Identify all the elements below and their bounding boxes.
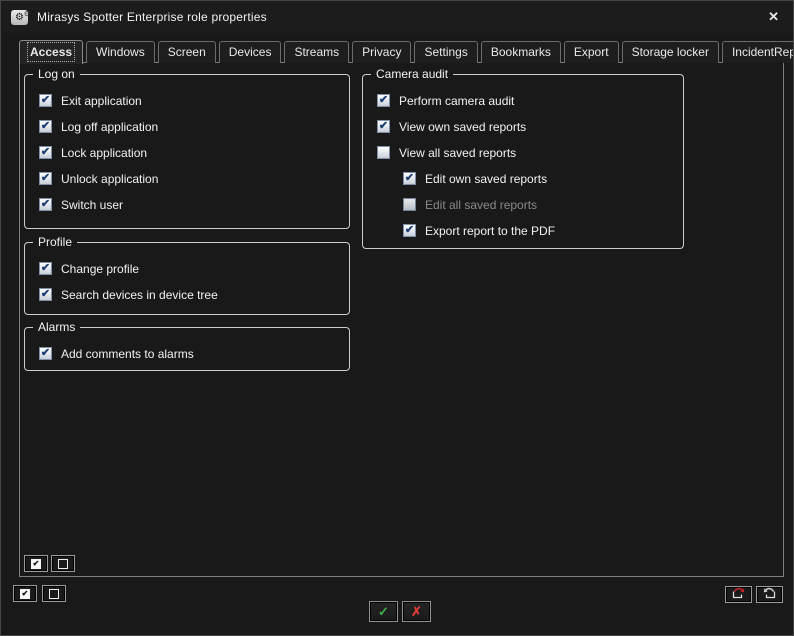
ok-button[interactable]: ✓ <box>369 601 398 622</box>
tab-label: Storage locker <box>632 45 709 59</box>
cancel-button[interactable]: ✗ <box>402 601 431 622</box>
checkbox[interactable] <box>39 94 52 107</box>
group-title: Alarms <box>33 320 80 334</box>
group-alarms: Alarms Add comments to alarms <box>24 327 350 371</box>
check-icon: ✓ <box>378 604 389 620</box>
group-camera-audit: Camera audit Perform camera audit View o… <box>362 74 684 249</box>
empty-box-icon <box>49 589 59 599</box>
checkbox[interactable] <box>39 146 52 159</box>
role-properties-dialog: ⚙⚙ Mirasys Spotter Enterprise role prope… <box>0 0 794 636</box>
checkbox[interactable] <box>403 224 416 237</box>
checkbox[interactable] <box>403 172 416 185</box>
tab-label: Access <box>30 45 72 59</box>
tab-screen[interactable]: Screen <box>158 41 216 63</box>
checkbox[interactable] <box>39 262 52 275</box>
checkbox-label: Log off application <box>61 120 158 134</box>
checkbox-label: Change profile <box>61 262 139 276</box>
checkbox[interactable] <box>39 198 52 211</box>
group-profile: Profile Change profile Search devices in… <box>24 242 350 315</box>
undo-changes-button[interactable] <box>756 586 783 603</box>
tab-strip: Access Windows Screen Devices Streams Pr… <box>19 41 794 63</box>
tab-label: Windows <box>96 45 145 59</box>
redo-changes-button[interactable] <box>725 586 752 603</box>
group-body: Change profile Search devices in device … <box>25 243 349 302</box>
tab-label: Streams <box>294 45 339 59</box>
checkbox-label: Search devices in device tree <box>61 288 218 302</box>
checkbox[interactable] <box>377 146 390 159</box>
checkbox-item-export-report-to-pdf[interactable]: Export report to the PDF <box>403 223 683 238</box>
checked-box-icon <box>31 559 41 569</box>
deselect-all-button[interactable] <box>42 585 66 602</box>
checkbox-item-edit-all-saved-reports[interactable]: Edit all saved reports <box>403 197 683 212</box>
checkbox[interactable] <box>39 120 52 133</box>
group-title: Log on <box>33 67 80 81</box>
app-gear-icon: ⚙⚙ <box>11 10 28 25</box>
checkbox-label: Switch user <box>61 198 123 212</box>
tab-devices[interactable]: Devices <box>219 41 282 63</box>
tab-label: Devices <box>229 45 272 59</box>
checkbox-item-change-profile[interactable]: Change profile <box>39 261 349 276</box>
tab-label: Privacy <box>362 45 401 59</box>
checkbox-label: View own saved reports <box>399 120 526 134</box>
group-title: Camera audit <box>371 67 453 81</box>
cross-icon: ✗ <box>411 604 422 620</box>
tab-label: IncidentReport <box>732 45 794 59</box>
tab-storage-locker[interactable]: Storage locker <box>622 41 719 63</box>
title-bar: ⚙⚙ Mirasys Spotter Enterprise role prope… <box>1 1 793 33</box>
group-body: Perform camera audit View own saved repo… <box>363 75 683 238</box>
checkbox-label: Add comments to alarms <box>61 347 194 361</box>
checkbox[interactable] <box>39 347 52 360</box>
tab-label: Bookmarks <box>491 45 551 59</box>
select-all-panel-button[interactable] <box>24 555 48 572</box>
close-icon[interactable]: ✕ <box>768 10 779 23</box>
tab-windows[interactable]: Windows <box>86 41 155 63</box>
checkbox-item-switch-user[interactable]: Switch user <box>39 197 349 212</box>
undo-arrow-icon <box>761 587 778 603</box>
deselect-all-panel-button[interactable] <box>51 555 75 572</box>
mini-gear-icon: ⚙ <box>24 7 30 22</box>
group-log-on: Log on Exit application Log off applicat… <box>24 74 350 229</box>
empty-box-icon <box>58 559 68 569</box>
tab-label: Screen <box>168 45 206 59</box>
checkbox[interactable] <box>377 120 390 133</box>
checkbox-item-exit-application[interactable]: Exit application <box>39 93 349 108</box>
checkbox-item-lock-application[interactable]: Lock application <box>39 145 349 160</box>
checkbox-label: Edit own saved reports <box>425 172 547 186</box>
select-all-button[interactable] <box>13 585 37 602</box>
checkbox[interactable] <box>403 198 416 211</box>
tab-label: Settings <box>424 45 467 59</box>
checkbox-label: Edit all saved reports <box>425 198 537 212</box>
tab-streams[interactable]: Streams <box>284 41 349 63</box>
checkbox-label: Export report to the PDF <box>425 224 555 238</box>
tab-privacy[interactable]: Privacy <box>352 41 411 63</box>
group-body: Exit application Log off application Loc… <box>25 75 349 212</box>
checkbox-label: Unlock application <box>61 172 158 186</box>
tab-access[interactable]: Access <box>19 40 83 64</box>
checkbox-item-search-devices-in-device-tree[interactable]: Search devices in device tree <box>39 287 349 302</box>
access-tab-panel: Log on Exit application Log off applicat… <box>19 62 784 577</box>
checkbox[interactable] <box>39 172 52 185</box>
checkbox-label: Perform camera audit <box>399 94 514 108</box>
checkbox[interactable] <box>39 288 52 301</box>
checkbox-label: Exit application <box>61 94 142 108</box>
group-title: Profile <box>33 235 77 249</box>
checkbox-item-log-off-application[interactable]: Log off application <box>39 119 349 134</box>
checked-box-icon <box>20 589 30 599</box>
checkbox-item-edit-own-saved-reports[interactable]: Edit own saved reports <box>403 171 683 186</box>
tab-label: Export <box>574 45 609 59</box>
checkbox-label: View all saved reports <box>399 146 516 160</box>
tab-incidentreport[interactable]: IncidentReport <box>722 41 794 63</box>
checkbox-item-view-own-saved-reports[interactable]: View own saved reports <box>377 119 683 134</box>
checkbox-item-perform-camera-audit[interactable]: Perform camera audit <box>377 93 683 108</box>
tab-settings[interactable]: Settings <box>414 41 477 63</box>
redo-arrow-icon <box>730 587 747 603</box>
tab-export[interactable]: Export <box>564 41 619 63</box>
checkbox-item-add-comments-to-alarms[interactable]: Add comments to alarms <box>39 346 349 361</box>
checkbox-item-view-all-saved-reports[interactable]: View all saved reports <box>377 145 683 160</box>
checkbox-label: Lock application <box>61 146 147 160</box>
checkbox[interactable] <box>377 94 390 107</box>
checkbox-item-unlock-application[interactable]: Unlock application <box>39 171 349 186</box>
window-title: Mirasys Spotter Enterprise role properti… <box>37 10 267 24</box>
tab-bookmarks[interactable]: Bookmarks <box>481 41 561 63</box>
